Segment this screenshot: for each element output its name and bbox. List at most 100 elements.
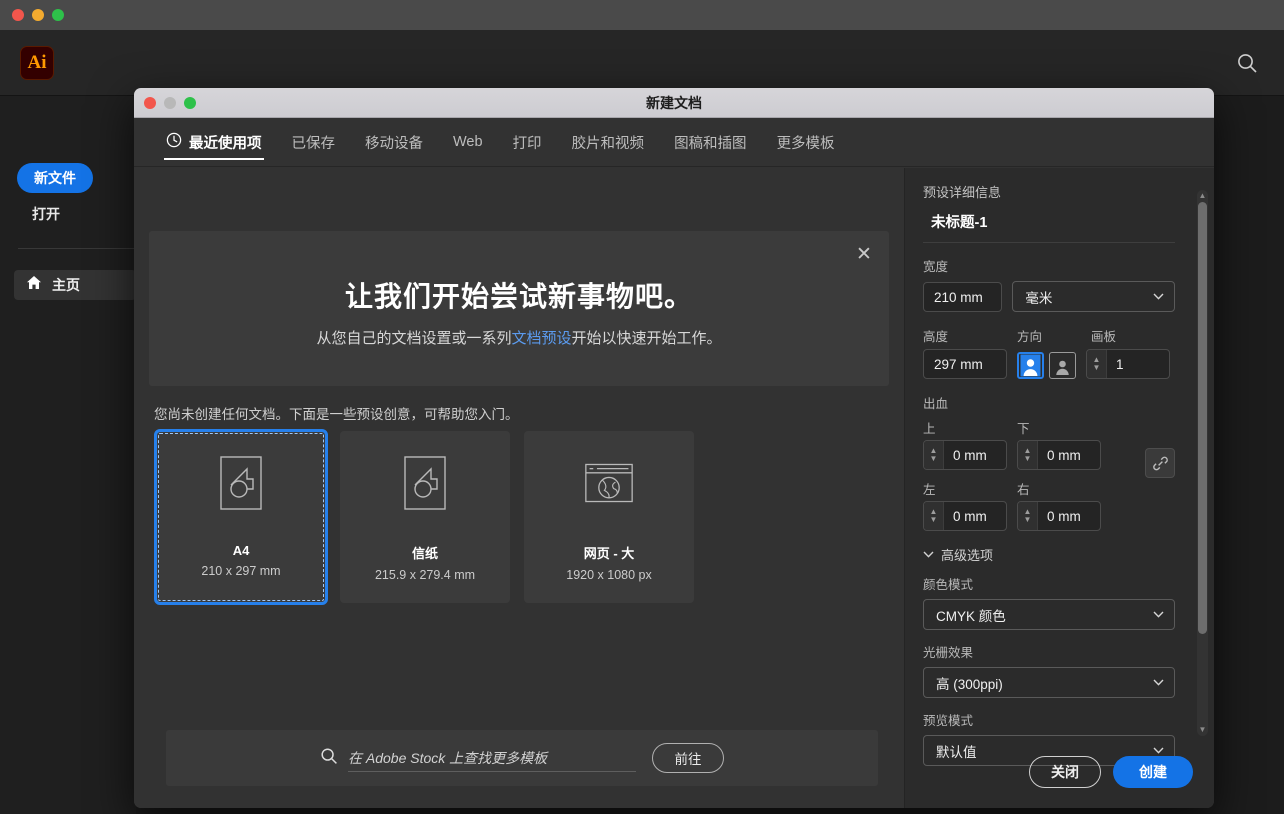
tab-saved[interactable]: 已保存	[290, 118, 338, 167]
dialog-tabs: 最近使用项 已保存 移动设备 Web 打印 胶片和视频 图稿和插图 更多模板	[134, 118, 1214, 167]
stock-search-input[interactable]	[348, 744, 636, 772]
tab-art-illustration[interactable]: 图稿和插图	[672, 118, 749, 167]
os-minimize-button[interactable]	[32, 9, 44, 21]
scrollbar-thumb[interactable]	[1198, 202, 1207, 634]
color-mode-value: CMYK 颜色	[936, 608, 1006, 624]
bleed-left-right-row: ▲ ▼ 0 mm ▲ ▼ 0 mm	[923, 501, 1135, 531]
orientation-portrait-icon[interactable]	[1017, 352, 1044, 379]
bleed-left-stepper[interactable]: ▲ ▼ 0 mm	[923, 501, 1007, 531]
preset-details-heading: 预设详细信息	[923, 185, 1002, 200]
bleed-bottom-stepper-arrows[interactable]: ▲ ▼	[1018, 441, 1038, 469]
close-button[interactable]: 关闭	[1029, 756, 1101, 788]
bleed-right-label: 右	[1017, 483, 1030, 497]
chevron-down-icon	[1153, 679, 1164, 686]
scroll-down-arrow[interactable]: ▼	[1197, 726, 1208, 734]
bleed-right-value: 0 mm	[1047, 508, 1081, 524]
tab-web[interactable]: Web	[451, 118, 485, 167]
height-input[interactable]: 297 mm	[923, 349, 1007, 379]
bleed-bottom-label: 下	[1017, 422, 1030, 436]
preset-card-name: 网页 - 大	[583, 546, 635, 561]
preset-details-panel: 预设详细信息 未标题-1 宽度 210 mm 毫米 高度 方向 画板 297 m…	[904, 168, 1214, 808]
open-file-button[interactable]: 打开	[32, 204, 60, 224]
new-file-button[interactable]: 新文件	[17, 163, 93, 193]
bleed-left-value: 0 mm	[953, 508, 987, 524]
units-select-value: 毫米	[1025, 290, 1053, 306]
os-close-button[interactable]	[12, 9, 24, 21]
preset-card-a4[interactable]: A4 210 x 297 mm	[154, 429, 328, 605]
bleed-label: 出血	[923, 397, 949, 411]
document-page-icon	[400, 455, 450, 511]
adobe-stock-search-bar: 前往	[166, 730, 878, 786]
height-orientation-header-row: 高度 方向 画板	[923, 326, 1175, 345]
bleed-section: 上 下 ▲ ▼ 0 mm ▲ ▼ 0 mm 左 右 ▲ ▼ 0 mm ▲ ▼ 0…	[923, 418, 1175, 531]
app-sidebar: 新文件 打开 主页	[0, 96, 136, 814]
close-icon[interactable]: ✕	[853, 243, 875, 265]
advanced-options-toggle[interactable]: 高级选项	[923, 545, 1175, 564]
artboards-stepper[interactable]: ▲ ▼ 1	[1086, 349, 1170, 379]
advanced-options-label: 高级选项	[941, 548, 994, 563]
width-label: 宽度	[923, 260, 949, 274]
preset-details-content: 预设详细信息 未标题-1 宽度 210 mm 毫米 高度 方向 画板 297 m…	[905, 168, 1193, 766]
home-icon	[26, 275, 42, 295]
presets-note: 您尚未创建任何文档。下面是一些预设创意，可帮助您入门。	[154, 407, 519, 422]
os-maximize-button[interactable]	[52, 9, 64, 21]
banner-subtitle-after: 开始以快速开始工作。	[571, 330, 722, 347]
os-titlebar	[0, 0, 1284, 30]
width-input[interactable]: 210 mm	[923, 282, 1003, 312]
create-button[interactable]: 创建	[1113, 756, 1193, 788]
tab-recent[interactable]: 最近使用项	[164, 118, 264, 167]
preset-card-dims: 1920 x 1080 px	[566, 568, 652, 582]
orientation-landscape-icon[interactable]	[1049, 352, 1076, 379]
bleed-top-stepper[interactable]: ▲ ▼ 0 mm	[923, 440, 1007, 470]
dialog-footer: 关闭 创建	[905, 736, 1214, 808]
preset-card-web-large[interactable]: 网页 - 大 1920 x 1080 px	[524, 431, 694, 603]
preset-card-letter[interactable]: 信纸 215.9 x 279.4 mm	[340, 431, 510, 603]
dialog-titlebar: 新建文档	[134, 88, 1214, 118]
banner-subtitle: 从您自己的文档设置或一系列文档预设开始以快速开始工作。	[149, 327, 889, 348]
units-select[interactable]: 毫米	[1012, 281, 1175, 312]
color-mode-label: 颜色模式	[923, 578, 974, 592]
clock-icon	[166, 132, 182, 152]
bleed-bottom-stepper[interactable]: ▲ ▼ 0 mm	[1017, 440, 1101, 470]
chevron-down-icon: ▼	[929, 454, 938, 463]
preset-card-dims: 210 x 297 mm	[201, 564, 281, 578]
stock-search-group	[320, 744, 636, 772]
chevron-down-icon: ▼	[929, 515, 938, 524]
document-presets-link[interactable]: 文档预设	[511, 330, 571, 347]
tab-recent-label: 最近使用项	[189, 135, 262, 152]
bleed-top-stepper-arrows[interactable]: ▲ ▼	[924, 441, 944, 469]
bleed-top-value: 0 mm	[953, 447, 987, 463]
illustrator-logo: Ai	[20, 46, 54, 80]
color-mode-select[interactable]: CMYK 颜色	[923, 599, 1175, 630]
raster-effects-select[interactable]: 高 (300ppi)	[923, 667, 1175, 698]
sidebar-item-home-label: 主页	[52, 277, 80, 293]
bleed-right-stepper[interactable]: ▲ ▼ 0 mm	[1017, 501, 1101, 531]
bleed-right-stepper-arrows[interactable]: ▲ ▼	[1018, 502, 1038, 530]
chevron-down-icon: ▼	[1092, 363, 1101, 372]
banner-subtitle-before: 从您自己的文档设置或一系列	[316, 330, 512, 347]
document-page-icon	[216, 455, 266, 511]
goto-button[interactable]: 前往	[652, 743, 724, 773]
search-icon[interactable]	[1232, 48, 1262, 78]
bleed-bottom-value: 0 mm	[1047, 447, 1081, 463]
tab-mobile[interactable]: 移动设备	[363, 118, 425, 167]
chevron-down-icon: ▼	[1023, 515, 1032, 524]
tab-print[interactable]: 打印	[511, 118, 544, 167]
artboards-stepper-arrows[interactable]: ▲ ▼	[1087, 350, 1107, 378]
document-name-input[interactable]: 未标题-1	[923, 201, 1175, 242]
sidebar-item-home[interactable]: 主页	[14, 270, 136, 300]
dialog-main-area: ✕ 让我们开始尝试新事物吧。 从您自己的文档设置或一系列文档预设开始以快速开始工…	[134, 168, 904, 808]
illustrator-app-body: Ai 新文件 打开 主页 新建文档 最近使用项 已保存 移动设备 Web 打印 …	[0, 30, 1284, 814]
scroll-up-arrow[interactable]: ▲	[1197, 192, 1208, 200]
sidebar-divider	[18, 248, 136, 249]
bleed-left-stepper-arrows[interactable]: ▲ ▼	[924, 502, 944, 530]
link-chain-icon[interactable]	[1145, 448, 1175, 478]
tab-film-video[interactable]: 胶片和视频	[570, 118, 647, 167]
tab-more-templates[interactable]: 更多模板	[775, 118, 837, 167]
panel-scrollbar[interactable]: ▲ ▼	[1197, 190, 1208, 736]
bleed-top-bottom-row: ▲ ▼ 0 mm ▲ ▼ 0 mm	[923, 440, 1135, 470]
preset-card-name: 信纸	[411, 546, 438, 561]
orientation-label: 方向	[1017, 330, 1043, 344]
os-traffic-lights	[12, 9, 64, 21]
bleed-top-bottom-labels: 上 下	[923, 418, 1135, 437]
